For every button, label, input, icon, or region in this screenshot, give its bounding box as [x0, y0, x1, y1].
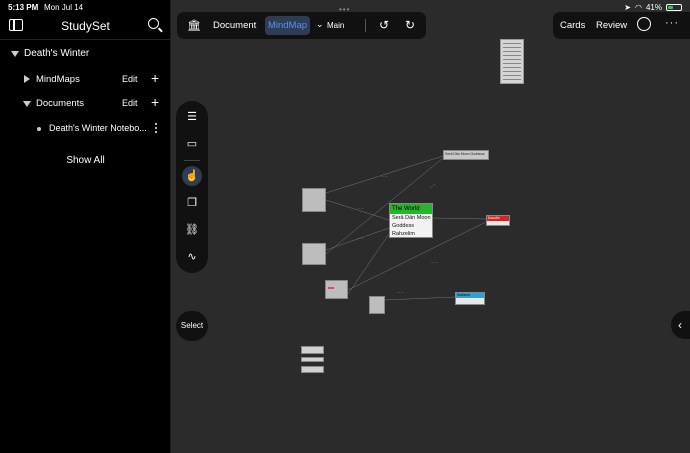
battery-icon: [666, 4, 682, 11]
status-time: 5:13 PM: [8, 3, 39, 12]
mindmap-card[interactable]: [302, 188, 326, 212]
redo-icon[interactable]: ↻: [405, 18, 415, 32]
center-node-line: Goddess: [392, 223, 415, 229]
branch-selector[interactable]: Main: [327, 21, 344, 30]
chevron-right-icon[interactable]: [24, 75, 30, 83]
mindmaps-edit-button[interactable]: Edit: [122, 74, 138, 84]
right-toolbar: Cards Review ···: [553, 12, 690, 39]
documents-label: Documents: [36, 98, 85, 109]
card-flag-icon: [328, 287, 334, 289]
center-node-title: The World: [390, 204, 432, 214]
edge-label: — —: [397, 290, 404, 294]
edge-label: — —: [357, 206, 364, 210]
sidebar-header: StudySet: [0, 14, 171, 40]
document-thumbnail[interactable]: [500, 39, 524, 84]
mindmaps-add-button[interactable]: +: [151, 70, 159, 86]
location-icon: ➤: [624, 3, 631, 12]
link-icon[interactable]: ⛓: [182, 220, 202, 240]
list-icon[interactable]: ☰: [182, 107, 202, 127]
sidebar-item-document[interactable]: Death's Winter Notebo...: [0, 121, 171, 139]
edge-label: — —: [431, 260, 438, 264]
sidebar: StudySet Death's Winter MindMaps Edit + …: [0, 0, 171, 453]
hand-pointer-icon[interactable]: ☝: [182, 166, 202, 186]
battery-percent: 41%: [645, 3, 662, 12]
center-node-line: Serā Dān Moon: [392, 215, 431, 221]
mindmap-card[interactable]: [301, 366, 324, 373]
mindmap-card[interactable]: [325, 280, 348, 299]
mindmap-node-blue[interactable]: Sorbeck: [455, 292, 485, 305]
review-button[interactable]: Review: [596, 20, 627, 31]
edge-label: — —: [381, 174, 388, 178]
mindmap-card[interactable]: [302, 243, 326, 265]
tab-document[interactable]: Document: [213, 20, 256, 31]
studyset-row[interactable]: Death's Winter: [0, 46, 171, 64]
draw-icon[interactable]: ∿: [182, 247, 202, 267]
documents-add-button[interactable]: +: [151, 94, 159, 110]
select-button[interactable]: Select: [176, 311, 208, 341]
cards-button[interactable]: Cards: [560, 20, 585, 31]
tool-palette: ☰ ▭ ☝ ❐ ⛓ ∿: [176, 101, 208, 273]
sidebar-item-documents[interactable]: Documents Edit +: [0, 94, 171, 114]
document-name: Death's Winter Notebo...: [49, 123, 147, 133]
search-icon[interactable]: [148, 18, 159, 29]
node-title: Serā Dān Moon Goddess: [445, 152, 485, 156]
mindmap-card[interactable]: [301, 357, 324, 362]
center-node-line: Rahzelim: [392, 231, 415, 237]
profile-badge-icon[interactable]: [637, 17, 651, 31]
mindmap-node-center[interactable]: The World Serā Dān Moon Goddess Rahzelim: [389, 203, 433, 238]
toolbar-divider: [365, 19, 366, 32]
chevron-down-icon[interactable]: ⌄: [316, 19, 324, 30]
more-button[interactable]: ···: [665, 17, 679, 29]
mindmap-card[interactable]: [369, 296, 385, 314]
chevron-down-icon[interactable]: [23, 101, 31, 107]
show-all-button[interactable]: Show All: [0, 155, 171, 166]
layout-icon[interactable]: ▭: [182, 134, 202, 154]
status-date: Mon Jul 14: [44, 3, 84, 12]
tab-mindmap[interactable]: MindMap: [265, 16, 310, 35]
documents-edit-button[interactable]: Edit: [122, 98, 138, 108]
edge-label: — —: [357, 236, 364, 240]
sidebar-title: StudySet: [61, 19, 110, 33]
studyset-name: Death's Winter: [24, 48, 90, 59]
mindmap-card[interactable]: [301, 346, 324, 354]
sidebar-item-mindmaps[interactable]: MindMaps Edit +: [0, 70, 171, 90]
mindmap-canvas[interactable]: ••• — — — — — — — — — — — — Serā Dān Moo…: [171, 0, 690, 453]
undo-icon[interactable]: ↺: [379, 18, 389, 32]
library-icon[interactable]: 🏛: [187, 19, 201, 32]
mindmap-node-moon[interactable]: Serā Dān Moon Goddess: [443, 150, 489, 160]
chevron-down-icon[interactable]: [11, 51, 19, 57]
wifi-icon: ◠: [635, 3, 642, 12]
red-node-title: Kaustin: [487, 216, 509, 221]
kebab-menu-icon[interactable]: [155, 123, 157, 133]
tool-divider: [184, 160, 200, 161]
top-toolbar: 🏛 Document MindMap ⌄ Main ↺ ↻: [177, 12, 426, 39]
mindmap-node-red[interactable]: Kaustin: [486, 215, 510, 226]
copy-icon[interactable]: ❐: [182, 193, 202, 213]
mindmaps-label: MindMaps: [36, 74, 80, 85]
blue-node-title: Sorbeck: [456, 293, 484, 298]
status-bar: 5:13 PM Mon Jul 14 ➤ ◠ 41%: [0, 0, 690, 14]
bullet-icon: [37, 127, 41, 131]
status-right: ➤ ◠ 41%: [624, 3, 682, 12]
